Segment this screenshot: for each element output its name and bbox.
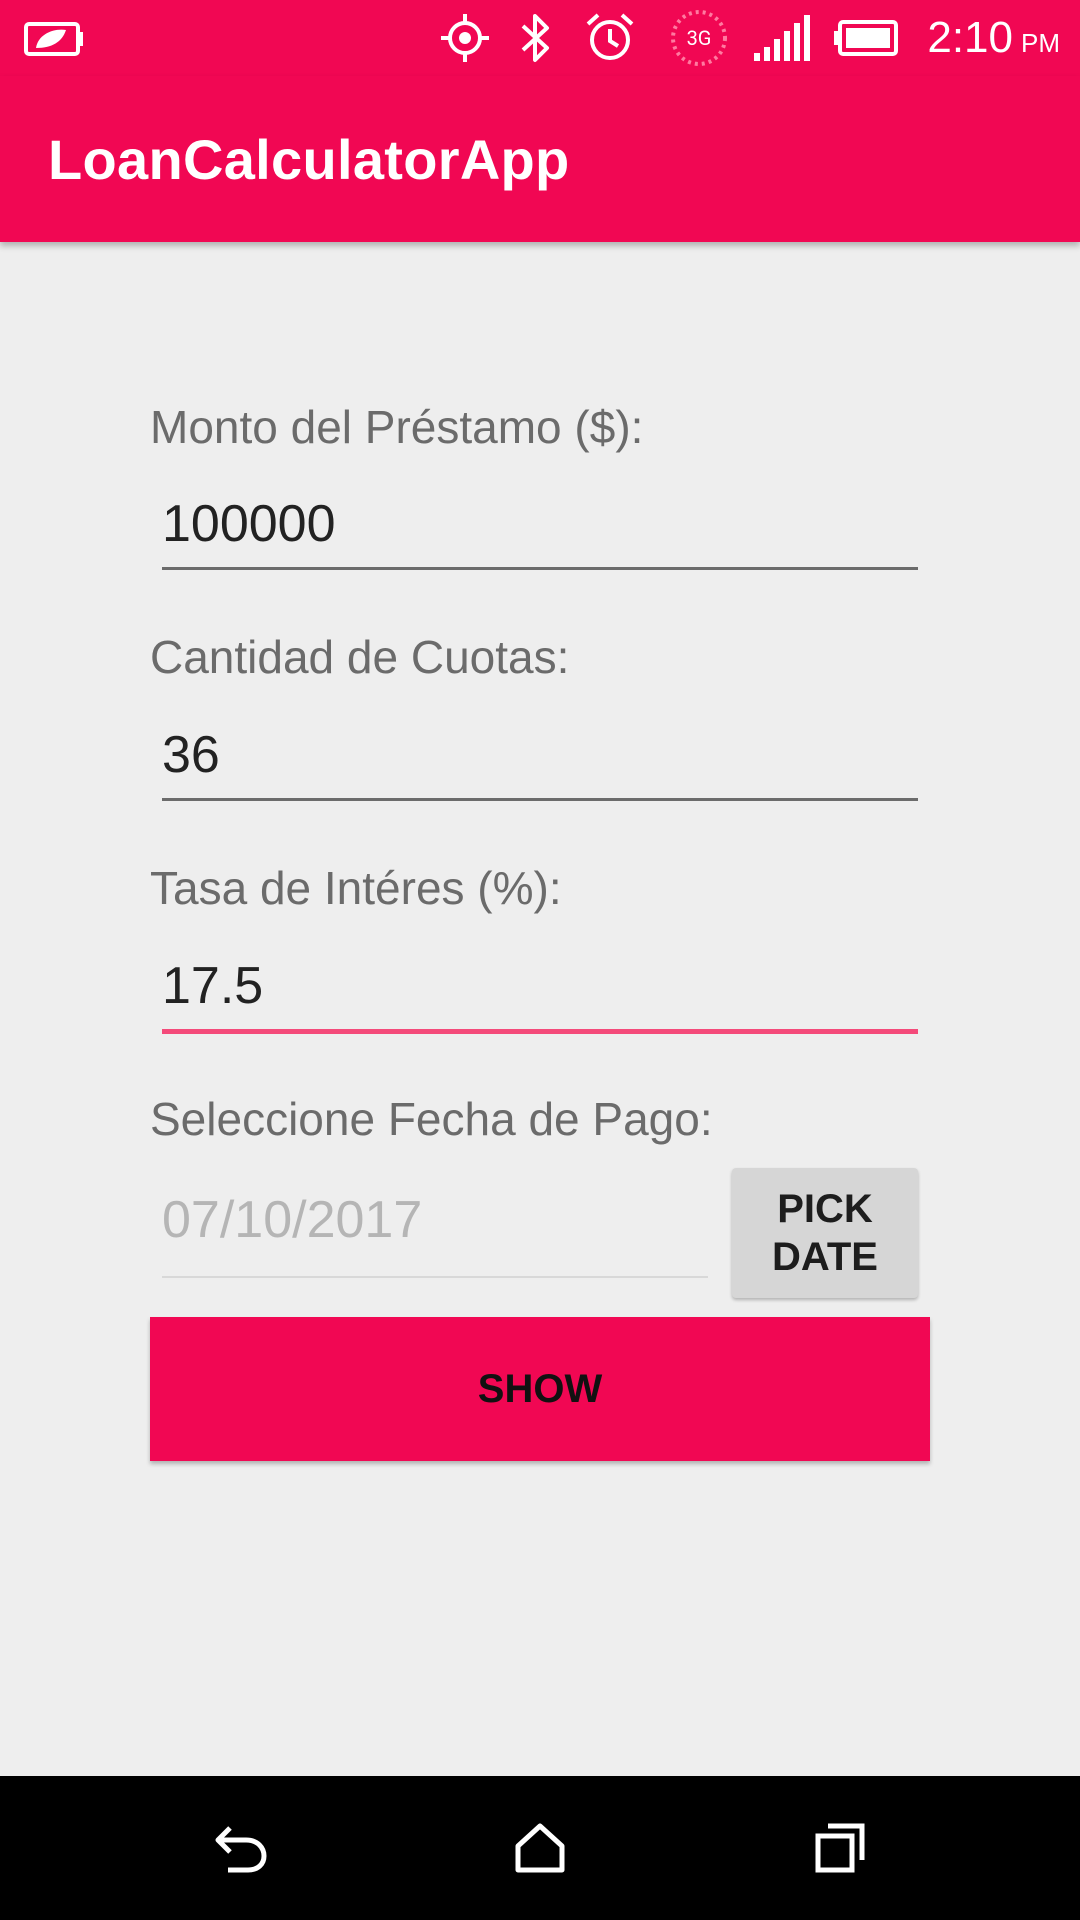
payment-date-value: 07/10/2017	[162, 1191, 423, 1249]
signal-icon	[752, 0, 812, 76]
app-bar: LoanCalculatorApp	[0, 76, 1080, 242]
loan-amount-value: 100000	[162, 495, 336, 553]
loan-amount-label: Monto del Préstamo ($):	[150, 401, 644, 453]
battery-saver-icon	[22, 0, 84, 76]
navigation-bar	[0, 1776, 1080, 1920]
interest-rate-underline	[162, 1029, 918, 1034]
network-type-label: 3G	[686, 26, 712, 50]
show-button[interactable]: SHOW	[150, 1317, 930, 1461]
show-button-label: SHOW	[477, 1366, 603, 1411]
interest-rate-label: Tasa de Intéres (%):	[150, 862, 562, 914]
payment-date-underline	[162, 1276, 708, 1278]
gps-icon	[438, 0, 492, 76]
installments-underline	[162, 798, 918, 801]
clock-ampm: PM	[1021, 27, 1060, 58]
installments-input[interactable]: 36	[162, 725, 918, 801]
3g-icon: 3G	[668, 0, 730, 76]
interest-rate-input[interactable]: 17.5	[162, 956, 918, 1034]
recents-icon[interactable]	[770, 1776, 910, 1920]
clock: 2:10 PM	[927, 0, 1060, 76]
interest-rate-value: 17.5	[162, 957, 264, 1015]
pick-date-button[interactable]: PICK DATE	[732, 1168, 918, 1298]
battery-icon	[832, 0, 900, 76]
pick-date-label-line2: DATE	[772, 1235, 878, 1279]
installments-label: Cantidad de Cuotas:	[150, 631, 570, 683]
app-title: LoanCalculatorApp	[48, 127, 570, 191]
payment-date-label: Seleccione Fecha de Pago:	[150, 1093, 713, 1145]
installments-value: 36	[162, 726, 220, 784]
status-bar: 3G 2:10 PM	[0, 0, 1080, 76]
payment-date-field[interactable]: 07/10/2017	[162, 1190, 708, 1278]
pick-date-label-line1: PICK	[777, 1187, 873, 1231]
bluetooth-icon	[516, 0, 556, 76]
loan-amount-underline	[162, 567, 918, 570]
loan-amount-input[interactable]: 100000	[162, 494, 918, 570]
back-icon[interactable]	[170, 1776, 310, 1920]
clock-time: 2:10	[927, 13, 1013, 62]
home-icon[interactable]	[470, 1776, 610, 1920]
alarm-icon	[580, 0, 640, 76]
